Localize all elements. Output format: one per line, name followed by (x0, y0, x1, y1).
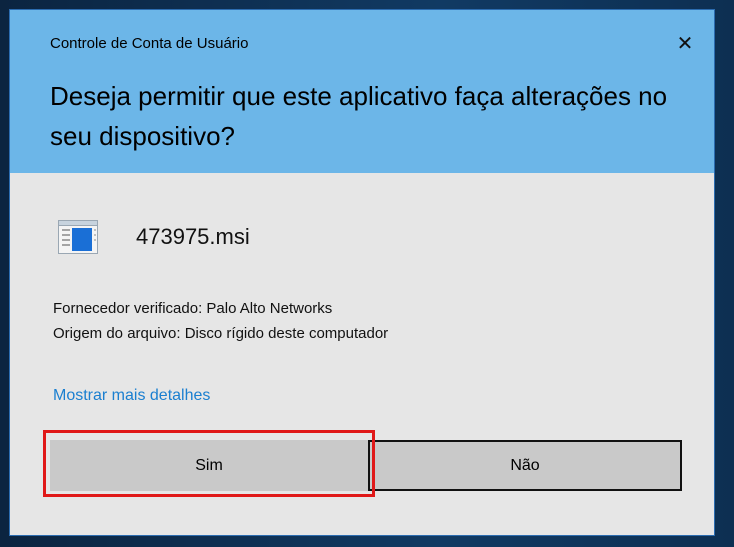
close-icon: ✕ (676, 32, 694, 55)
show-more-details-link[interactable]: Mostrar mais detalhes (53, 387, 210, 405)
dialog-title: Controle de Conta de Usuário (50, 35, 249, 52)
uac-dialog: Controle de Conta de Usuário ✕ Deseja pe… (10, 10, 714, 535)
yes-button[interactable]: Sim (50, 440, 368, 491)
app-file-name: 473975.msi (136, 224, 250, 249)
dialog-headline: Deseja permitir que este aplicativo faça… (50, 81, 668, 151)
origin-text: Origem do arquivo: Disco rígido deste co… (53, 325, 389, 342)
close-button[interactable]: ✕ (672, 30, 698, 56)
installer-window-icon (58, 220, 98, 254)
dialog-header: Controle de Conta de Usuário ✕ Deseja pe… (10, 10, 714, 173)
app-details: Fornecedor verificado: Palo Alto Network… (53, 296, 388, 346)
no-button[interactable]: Não (368, 440, 682, 491)
publisher-text: Fornecedor verificado: Palo Alto Network… (53, 300, 333, 317)
